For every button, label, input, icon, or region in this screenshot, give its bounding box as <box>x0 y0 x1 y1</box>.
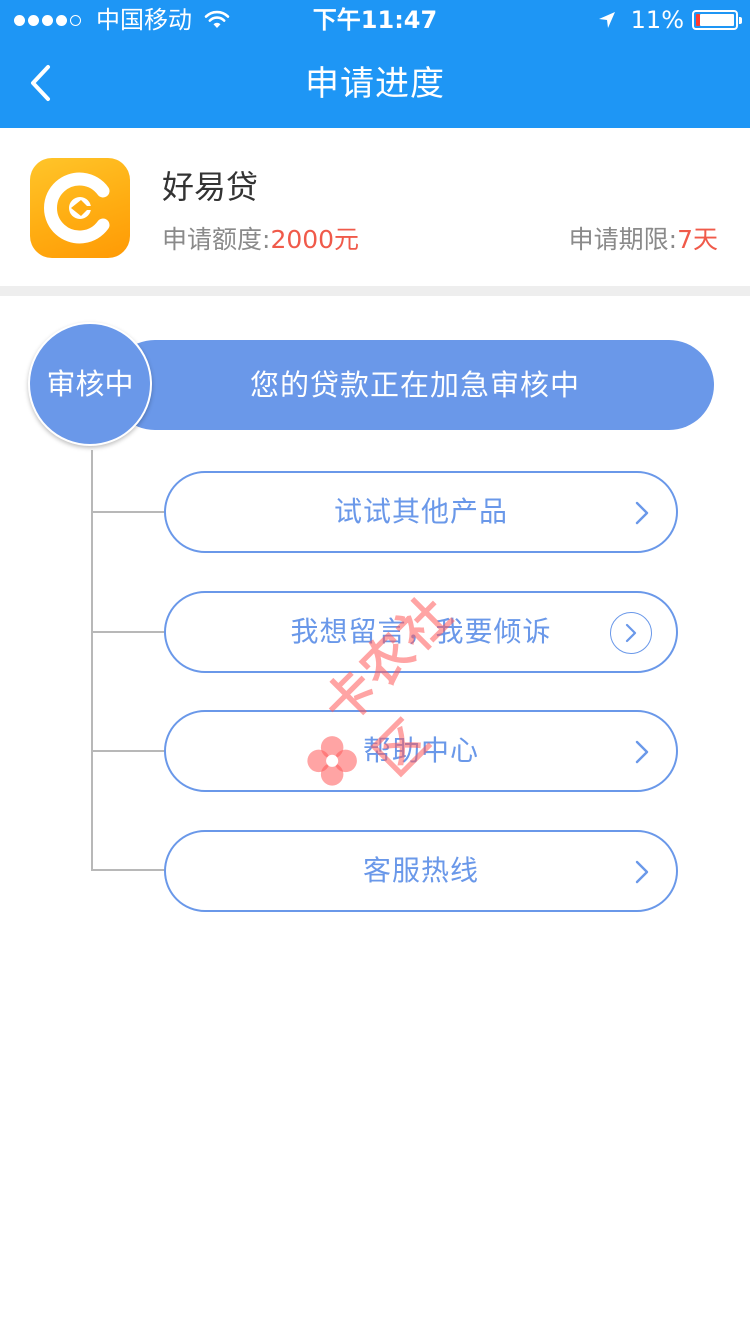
tree-line-vertical <box>91 450 93 871</box>
apply-amount: 申请额度:2000元 <box>162 220 359 256</box>
apply-term-value: 7天 <box>677 225 718 254</box>
option-label: 我想留言，我要倾诉 <box>290 615 552 648</box>
tree-line-branch <box>91 750 165 752</box>
help-center-button[interactable]: 帮助中心 <box>164 710 678 792</box>
location-arrow-icon <box>598 12 615 28</box>
customer-service-hotline-button[interactable]: 客服热线 <box>164 830 678 912</box>
status-message-bar: 您的贷款正在加急审核中 <box>110 340 714 430</box>
status-stage-label: 审核中 <box>46 367 134 401</box>
status-stage-badge: 审核中 <box>28 322 152 446</box>
battery-icon <box>692 10 742 30</box>
chevron-right-icon <box>635 501 649 525</box>
haoyidai-logo-icon <box>30 158 130 258</box>
tree-line-branch <box>91 869 165 871</box>
top-bar: 中国移动 下午11:47 11% 申请进度 <box>0 0 750 128</box>
apply-amount-value: 2000元 <box>270 225 360 254</box>
option-label: 客服热线 <box>362 854 479 887</box>
battery-percent: 11% <box>630 6 684 34</box>
apply-amount-label: 申请额度: <box>162 225 271 254</box>
status-message: 您的贷款正在加急审核中 <box>250 368 581 402</box>
leave-message-button[interactable]: 我想留言，我要倾诉 <box>164 591 678 673</box>
product-card: 好易贷 申请额度:2000元 申请期限:7天 <box>0 128 750 286</box>
section-divider <box>0 286 750 296</box>
tree-line-branch <box>91 511 165 513</box>
try-other-products-button[interactable]: 试试其他产品 <box>164 471 678 553</box>
apply-term: 申请期限:7天 <box>569 220 718 256</box>
tree-line-branch <box>91 631 165 633</box>
option-label: 试试其他产品 <box>333 495 508 528</box>
status-right: 11% <box>597 0 742 40</box>
option-label: 帮助中心 <box>362 734 479 767</box>
navigation-bar: 申请进度 <box>0 40 750 128</box>
chevron-right-circle-icon <box>610 612 652 654</box>
page-title: 申请进度 <box>305 64 445 104</box>
status-bar: 中国移动 下午11:47 11% <box>0 0 750 40</box>
apply-term-label: 申请期限: <box>568 225 678 254</box>
product-name: 好易贷 <box>162 168 259 206</box>
chevron-right-icon <box>635 860 649 884</box>
chevron-right-icon <box>635 740 649 764</box>
